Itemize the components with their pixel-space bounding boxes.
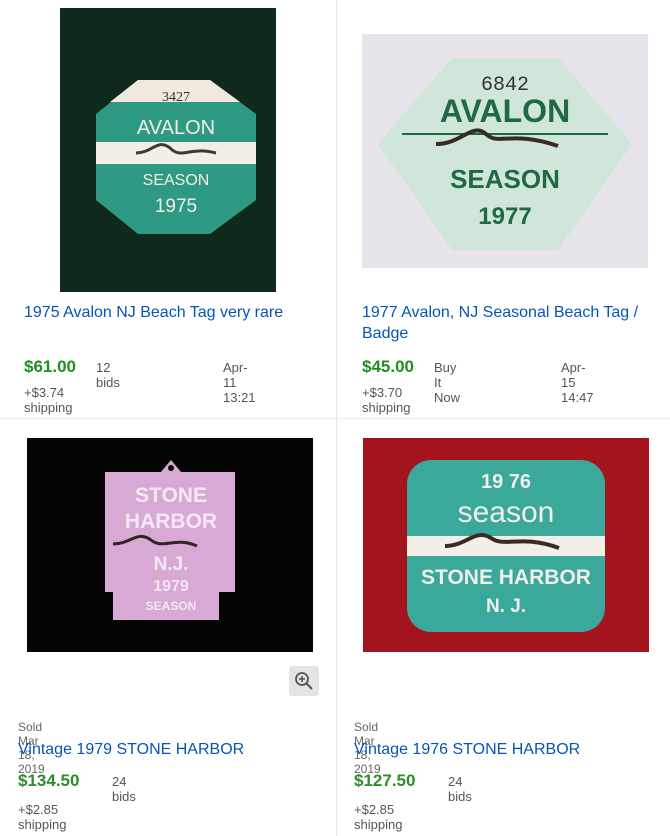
stone-harbor-1976-tag-photo: 19 76 season STONE HARBOR N. J. [363,438,649,652]
listing-image-1[interactable]: 3427 AVALON SEASON 1975 [60,8,276,292]
listing-price-3: $134.50 [18,771,80,790]
svg-text:19 76: 19 76 [481,471,531,493]
svg-text:1979: 1979 [153,578,189,595]
listing-title-1[interactable]: 1975 Avalon NJ Beach Tag very rare [24,302,294,323]
svg-text:STONE: STONE [135,484,207,507]
listing-price-1: $61.00 [24,357,76,376]
svg-text:AVALON: AVALON [137,117,215,139]
svg-text:SEASON: SEASON [143,172,210,189]
end-time-1: Apr-11 13:21 [223,360,256,405]
shipping-cost-2: +$3.70 shipping [362,385,411,415]
svg-text:N. J.: N. J. [486,596,526,617]
bid-count-1: 12 bids [96,360,120,390]
svg-text:AVALON: AVALON [440,93,570,129]
listing-title-4[interactable]: Vintage 1976 STONE HARBOR [354,739,654,760]
listing-price-2: $45.00 [362,357,414,376]
svg-text:1975: 1975 [155,196,197,217]
svg-text:N.J.: N.J. [154,554,189,575]
bid-count-3: 24 bids [112,774,136,804]
shipping-cost-1: +$3.74 shipping [24,385,73,415]
svg-text:HARBOR: HARBOR [125,510,217,533]
zoom-in-icon [295,672,313,690]
listing-image-2[interactable]: 6842 AVALON SEASON 1977 [362,34,648,268]
shipping-cost-4: +$2.85 shipping [354,802,403,832]
tag-number: 3427 [162,90,190,105]
svg-text:STONE HARBOR: STONE HARBOR [421,566,591,589]
avalon-1975-tag-photo: 3427 AVALON SEASON 1975 [60,8,276,292]
zoom-button[interactable] [289,666,319,696]
end-time-2: Apr-15 14:47 [561,360,594,405]
svg-text:SEASON: SEASON [450,164,560,194]
svg-text:SEASON: SEASON [146,599,197,613]
format-buy-it-now-2: Buy It Now [434,360,461,405]
listing-title-2[interactable]: 1977 Avalon, NJ Seasonal Beach Tag / Bad… [362,302,652,344]
svg-text:1977: 1977 [478,203,531,230]
stone-harbor-1979-tag-photo: STONE HARBOR N.J. 1979 SEASON [27,438,313,652]
listing-image-4[interactable]: 19 76 season STONE HARBOR N. J. [363,438,649,652]
row-divider [0,418,670,419]
listing-title-3[interactable]: Vintage 1979 STONE HARBOR [18,739,318,760]
shipping-cost-3: +$2.85 shipping [18,802,67,832]
svg-text:season: season [458,496,555,529]
listing-image-3[interactable]: STONE HARBOR N.J. 1979 SEASON [27,438,313,652]
avalon-1977-tag-photo: 6842 AVALON SEASON 1977 [362,34,648,268]
bid-count-4: 24 bids [448,774,472,804]
listing-price-4: $127.50 [354,771,416,790]
